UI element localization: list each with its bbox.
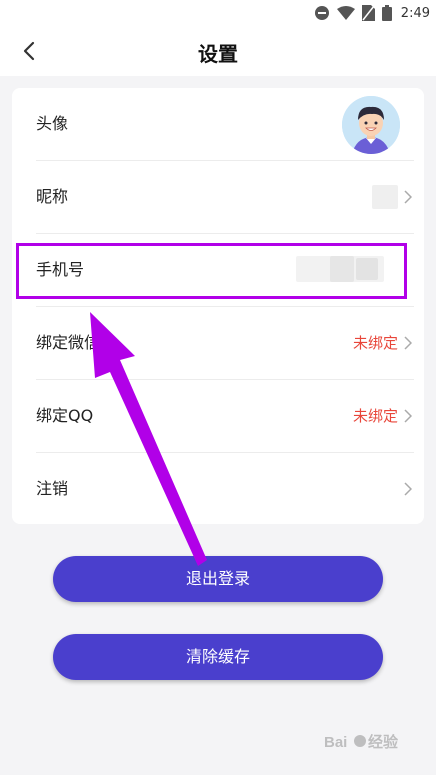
annotation-highlight-box <box>16 243 407 299</box>
qq-status: 未绑定 <box>352 407 398 425</box>
app-header: 设置 <box>0 26 436 76</box>
watermark-logo: Bai 经验 <box>324 729 414 757</box>
settings-list: 头像 昵称 手机号 绑定微信 未绑定 绑定QQ 未绑定 注销 <box>12 88 424 524</box>
svg-text:Bai: Bai <box>324 734 347 751</box>
chevron-right-icon <box>404 190 412 204</box>
row-avatar[interactable]: 头像 <box>12 88 424 160</box>
chevron-right-icon <box>404 409 412 423</box>
row-bind-qq[interactable]: 绑定QQ 未绑定 <box>12 380 424 452</box>
row-avatar-label: 头像 <box>36 114 69 133</box>
chevron-right-icon <box>404 482 412 496</box>
svg-text:经验: 经验 <box>368 733 399 751</box>
wechat-status: 未绑定 <box>352 334 398 352</box>
row-deregister[interactable]: 注销 <box>12 453 424 524</box>
avatar-image <box>342 96 400 154</box>
row-nickname[interactable]: 昵称 <box>12 161 424 233</box>
chevron-right-icon <box>404 336 412 350</box>
status-time: 2:49 <box>400 5 430 21</box>
row-wechat-label: 绑定微信 <box>36 333 101 352</box>
page-title: 设置 <box>198 42 238 66</box>
clear-cache-button[interactable]: 清除缓存 <box>53 634 383 680</box>
no-sim-icon <box>361 5 375 21</box>
logout-button[interactable]: 退出登录 <box>53 556 383 602</box>
battery-icon <box>381 5 392 21</box>
do-not-disturb-icon <box>314 6 329 20</box>
row-deregister-label: 注销 <box>36 479 69 498</box>
row-bind-wechat[interactable]: 绑定微信 未绑定 <box>12 307 424 379</box>
status-bar: 2:49 <box>0 0 436 26</box>
wifi-icon <box>336 6 355 20</box>
blurred-nickname-value <box>372 185 398 209</box>
avatar[interactable] <box>342 96 400 154</box>
row-qq-label: 绑定QQ <box>36 406 94 425</box>
row-nickname-label: 昵称 <box>36 187 69 206</box>
